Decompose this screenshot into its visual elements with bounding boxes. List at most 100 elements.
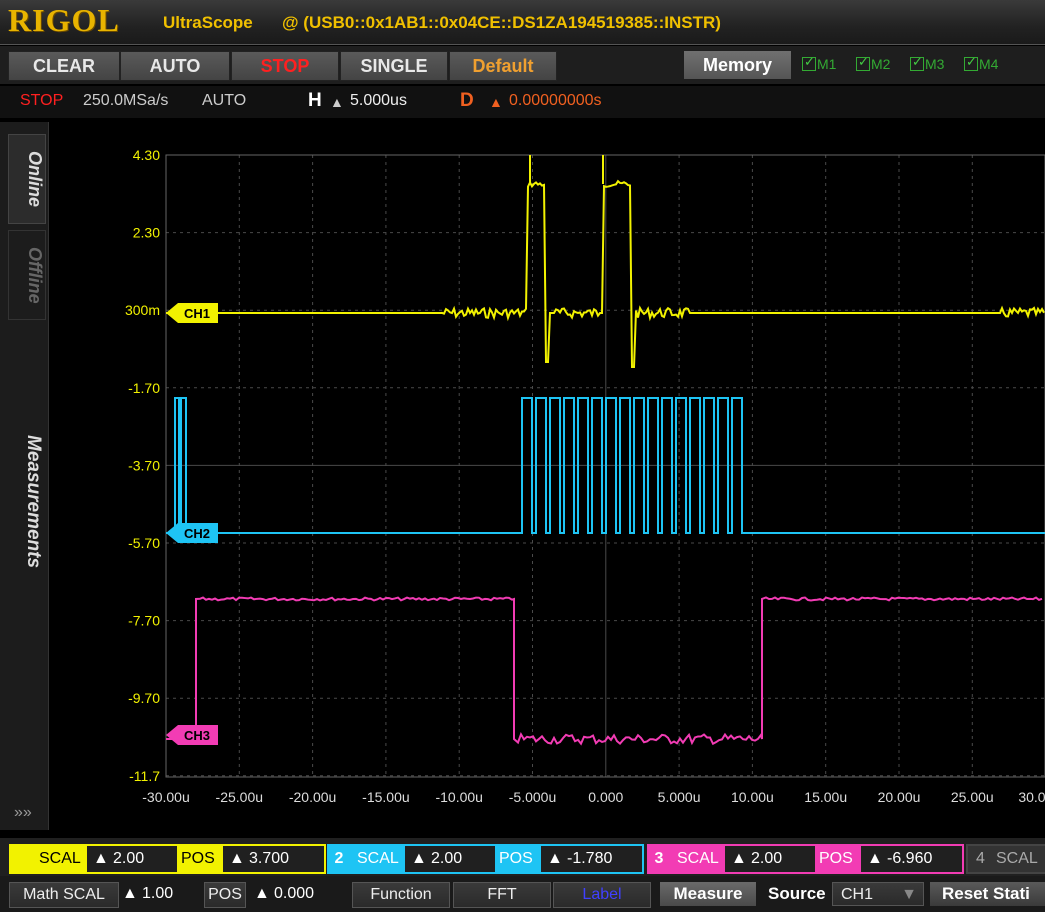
ch3-scal-value[interactable]: 2.00 bbox=[751, 850, 782, 868]
checkbox-icon bbox=[856, 54, 870, 71]
ch4-scal-label: SCAL bbox=[996, 850, 1038, 867]
x-tick-label: 20.00u bbox=[878, 789, 921, 805]
math-pos-value[interactable]: 0.000 bbox=[274, 882, 314, 906]
source-label: Source bbox=[768, 884, 826, 903]
sample-rate: 250.0MSa/s bbox=[83, 92, 169, 109]
default-button[interactable]: Default bbox=[449, 51, 557, 81]
y-tick-label: -7.70 bbox=[128, 613, 160, 629]
ch3-pos-label: POS bbox=[815, 846, 861, 872]
ch2-pos-label: POS bbox=[495, 846, 541, 872]
y-tick-label: -9.70 bbox=[128, 690, 160, 706]
horizontal-label: H bbox=[308, 90, 322, 111]
spinner-icon[interactable]: ▲︎ bbox=[229, 850, 245, 868]
fft-button[interactable]: FFT bbox=[453, 882, 551, 908]
checkbox-icon bbox=[964, 54, 978, 71]
y-tick-label: 2.30 bbox=[133, 225, 160, 241]
horizontal-scale[interactable]: 5.000us bbox=[350, 92, 407, 110]
expand-arrows-icon[interactable]: »» bbox=[14, 804, 32, 822]
ch1-control[interactable]: 1 SCAL ▲︎ 2.00 POS ▲︎ 3.700 bbox=[9, 844, 326, 874]
x-tick-label: 10.00u bbox=[731, 789, 774, 805]
reset-stati-button[interactable]: Reset Stati bbox=[930, 882, 1045, 906]
y-tick-label: 300m bbox=[125, 302, 160, 318]
x-tick-label: -25.00u bbox=[216, 789, 263, 805]
spinner-icon[interactable]: ▲︎ bbox=[93, 850, 109, 868]
x-tick-label: 15.00u bbox=[804, 789, 847, 805]
trigger-mode: AUTO bbox=[202, 92, 247, 109]
x-tick-label: 30.0 bbox=[1018, 789, 1045, 805]
ch2-control[interactable]: SCAL 2 ▲︎ 2.00 POS ▲︎ -1.780 bbox=[327, 844, 644, 874]
stati-label: Stati bbox=[993, 884, 1030, 903]
x-tick-label: 5.000u bbox=[658, 789, 701, 805]
x-tick-label: -10.00u bbox=[435, 789, 482, 805]
run-state: STOP bbox=[20, 92, 64, 109]
memory-button[interactable]: Memory bbox=[684, 51, 791, 79]
memory-slot-m1[interactable]: M1 bbox=[802, 54, 836, 74]
x-tick-label: -20.00u bbox=[289, 789, 336, 805]
title-bar: RIGOL UltraScope @ (USB0::0x1AB1::0x04CE… bbox=[0, 0, 1045, 45]
delay-label: D bbox=[460, 90, 474, 111]
memory-slot-m4[interactable]: M4 bbox=[964, 54, 998, 74]
x-tick-label: 25.00u bbox=[951, 789, 994, 805]
ch3-control[interactable]: SCAL 3 ▲︎ 2.00 POS ▲︎ -6.960 bbox=[647, 844, 964, 874]
chevron-down-icon: ▼ bbox=[901, 886, 917, 903]
x-tick-label: -30.00u bbox=[142, 789, 189, 805]
source-select[interactable]: CH1 ▼ bbox=[832, 882, 924, 906]
spinner-icon[interactable]: ▲︎ bbox=[547, 850, 563, 868]
y-tick-label: -5.70 bbox=[128, 535, 160, 551]
rigol-logo: RIGOL bbox=[8, 2, 120, 38]
ch2-number: 2 bbox=[334, 850, 344, 867]
spinner-icon[interactable]: ▲︎ bbox=[254, 882, 270, 906]
checkbox-icon bbox=[802, 54, 816, 71]
auto-button[interactable]: AUTO bbox=[120, 51, 230, 81]
ch2-scal-value[interactable]: 2.00 bbox=[431, 850, 462, 868]
single-button[interactable]: SINGLE bbox=[340, 51, 448, 81]
spinner-icon[interactable]: ▲︎ bbox=[411, 850, 427, 868]
clear-button[interactable]: CLEAR bbox=[8, 51, 120, 81]
d-spinner-icon[interactable]: ▲︎ bbox=[489, 94, 503, 110]
math-scal-label: Math SCAL bbox=[9, 882, 119, 908]
memory-slot-m2[interactable]: M2 bbox=[856, 54, 890, 74]
label-button[interactable]: Label bbox=[553, 882, 651, 908]
math-bar: Math SCAL ▲︎ 1.00 POS ▲︎ 0.000 Function … bbox=[0, 876, 1045, 912]
x-tick-label: 0.000 bbox=[588, 789, 623, 805]
side-panel: Online Offline Measurements »» bbox=[0, 122, 49, 830]
app-name: UltraScope bbox=[163, 13, 253, 32]
y-tick-label: -1.70 bbox=[128, 380, 160, 396]
y-tick-label: 4.30 bbox=[133, 147, 160, 163]
ch1-scal-value[interactable]: 2.00 bbox=[113, 850, 144, 868]
h-spinner-icon[interactable]: ▲︎ bbox=[330, 94, 344, 110]
y-tick-label: -11.7 bbox=[129, 768, 160, 784]
tab-online[interactable]: Online bbox=[8, 134, 46, 224]
channel-marker-label: CH2 bbox=[184, 526, 210, 541]
ch1-pos-value[interactable]: 3.700 bbox=[249, 850, 289, 868]
ch3-waveform bbox=[166, 596, 1043, 746]
ch3-number: 3 bbox=[654, 850, 664, 867]
x-tick-label: -5.000u bbox=[509, 789, 556, 805]
connection-id: @ (USB0::0x1AB1::0x04CE::DS1ZA194519385:… bbox=[282, 13, 721, 32]
measure-button[interactable]: Measure bbox=[660, 882, 756, 906]
tab-measurements[interactable]: Measurements bbox=[8, 412, 44, 592]
ch2-pos-value[interactable]: -1.780 bbox=[567, 850, 612, 868]
memory-slot-m3[interactable]: M3 bbox=[910, 54, 944, 74]
stop-button[interactable]: STOP bbox=[231, 51, 339, 81]
reset-label: Reset bbox=[942, 884, 989, 903]
spinner-icon[interactable]: ▲︎ bbox=[867, 850, 883, 868]
y-tick-label: -3.70 bbox=[128, 457, 160, 473]
waveform-screen[interactable]: 4.30 2.30 300m -1.70 -3.70 -5.70 -7.70 -9.70 -11… bbox=[50, 122, 1045, 832]
ch3-pos-value[interactable]: -6.960 bbox=[887, 850, 932, 868]
ch4-control[interactable]: 4 SCAL bbox=[966, 844, 1045, 874]
checkbox-icon bbox=[910, 54, 924, 71]
delay-value[interactable]: 0.00000000s bbox=[509, 92, 602, 110]
ch4-number: 4 bbox=[976, 850, 985, 867]
spinner-icon[interactable]: ▲︎ bbox=[122, 882, 138, 906]
tab-offline[interactable]: Offline bbox=[8, 230, 46, 320]
spinner-icon[interactable]: ▲︎ bbox=[731, 850, 747, 868]
function-button[interactable]: Function bbox=[352, 882, 450, 908]
waveform-display: 4.30 2.30 300m -1.70 -3.70 -5.70 -7.70 -9.70 -11… bbox=[125, 147, 1045, 805]
ch1-waveform bbox=[166, 179, 1045, 368]
source-value: CH1 bbox=[841, 886, 874, 903]
math-scal-value[interactable]: 1.00 bbox=[142, 882, 173, 906]
ch1-pos-label: POS bbox=[177, 846, 223, 872]
channel-marker-label: CH3 bbox=[184, 728, 210, 743]
ch1-scal-label: SCAL bbox=[11, 846, 87, 872]
